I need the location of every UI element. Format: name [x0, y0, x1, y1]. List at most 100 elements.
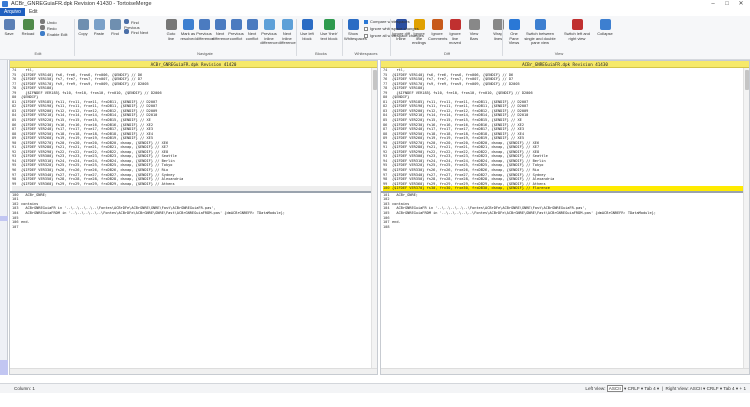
edit-button[interactable]: Enable Edit [40, 31, 70, 37]
ribbon-button-label: Ignore line moved [448, 31, 461, 45]
whitespace-option-checkbox[interactable]: Ignore whitespace changes [364, 26, 419, 31]
ribbon-button-label: Use left block [300, 31, 314, 41]
find-previous-button[interactable]: Find Previous [124, 19, 154, 29]
code-line[interactable]: 108 [383, 225, 749, 230]
right-vertical-scrollbar[interactable] [743, 68, 749, 368]
line-text: {$IFDEF VER230} fs16, frx16, frxe16, frx… [21, 122, 153, 127]
paste-button[interactable]: Paste [92, 19, 106, 49]
find-next-icon [124, 29, 129, 34]
save-button[interactable]: Save [2, 19, 16, 49]
find-button[interactable]: Find [108, 19, 122, 49]
ribbon-button-label: Collapse [597, 31, 613, 36]
next-inline-button[interactable]: Next inline difference [278, 19, 296, 49]
line-text: {$IFDEF VER280} fs21, frx21, frxe21, frx… [21, 145, 169, 150]
ribbon-button-label: Use 'their' text block [320, 31, 338, 41]
line-text: {$IFDEF VER310} fs24, frx24, frxe24, frx… [392, 158, 546, 163]
right-horizontal-scrollbar[interactable] [381, 368, 749, 374]
ribbon-button-label: Paste [93, 31, 105, 36]
line-text: {$IFDEF VER290} fs22, frx22, frxe22, frx… [21, 149, 169, 154]
right-encoding-select[interactable]: ASCII [690, 386, 702, 391]
use-left-block-button[interactable]: Use left block [298, 19, 316, 49]
left-code-view[interactable]: 74 rtl, 75 {$IFDEF VER140} fs6, fre6, fros… [10, 68, 377, 191]
tab-edit[interactable]: Edit [25, 8, 42, 16]
reload-icon [22, 19, 34, 30]
ignore-comments-button[interactable]: Ignore Comments [428, 19, 448, 49]
left-view-label: Left View: [585, 386, 606, 391]
reload-button[interactable]: Reload [20, 19, 36, 49]
right-pane-header: ACBr_GNREGuiaFR.dpk Revision 41430 [381, 61, 749, 68]
left-vertical-scrollbar[interactable] [371, 68, 377, 368]
line-number: 100 [383, 186, 390, 191]
wrap-lines-button[interactable]: Wrap lines [490, 19, 506, 49]
tab-arquivo[interactable]: Arquivo [0, 8, 25, 16]
next-conflict-button[interactable]: Next conflict [244, 19, 260, 49]
bottom-area [0, 393, 750, 407]
code-line[interactable]: 107 [12, 225, 377, 230]
line-text: ACBr_GNRE; [392, 192, 418, 197]
right-pane[interactable]: ACBr_GNREGuiaFR.dpk Revision 41430 74 rt… [380, 60, 750, 375]
use-their-block-button[interactable]: Use 'their' text block [318, 19, 340, 49]
locator-view-mark [0, 360, 8, 375]
line-text: rtl, [21, 68, 34, 72]
next-difference-icon [214, 19, 226, 30]
previous-inline-button[interactable]: Previous inline difference [260, 19, 278, 49]
whitespace-option-checkbox[interactable]: Ignore all whitespace changes [364, 33, 424, 38]
whitespace-option-checkbox[interactable]: Compare whitespaces [364, 19, 410, 24]
line-text: {$IFDEF VER150} fs7, fre7, fros7, frn007… [21, 77, 143, 82]
diff-locator-bar[interactable] [0, 60, 8, 375]
checkbox-label: Ignore all whitespace changes [370, 33, 424, 38]
left-tab-select[interactable]: Tab 4 [644, 386, 655, 391]
line-number: 108 [383, 224, 390, 229]
left-eol-select[interactable]: CRLF [628, 386, 640, 391]
switch-pane-button[interactable]: Switch between single and double pane vi… [522, 19, 558, 49]
line-text: {$IFDEF VER170} fs9, fre9, fros9, frn009… [21, 81, 149, 86]
line-text: {$IFDEF VER230} fs16, frx16, frxe16, frx… [392, 122, 524, 127]
goto-line-button[interactable]: Goto line [164, 19, 178, 49]
checkbox-label: Ignore whitespace changes [370, 26, 419, 31]
line-text: {$IFDEF VER300} fs23, frx23, frxe23, frx… [392, 154, 548, 159]
one-pane-button[interactable]: One Pane Views [506, 19, 522, 49]
previous-difference-button[interactable]: Previous difference [196, 19, 214, 49]
right-code-view[interactable]: 74 rtl, 75 {$IFDEF VER140} fs6, fre6, fros… [381, 68, 749, 191]
line-text: {$IFDEF VER260} fs19, frx19, frxe19, frx… [21, 136, 153, 141]
line-text: {$IFDEF VER280} fs21, frx21, frxe21, frx… [392, 145, 540, 150]
find-next-button[interactable]: Find Next [124, 29, 154, 35]
zoom-indicator[interactable]: + 1 [739, 386, 746, 391]
left-encoding-select[interactable]: ASCII [606, 385, 623, 392]
switch-left-right-button[interactable]: Switch left and right view [562, 19, 592, 49]
line-text: {$IFNDEF VER185} fs10, fre10, fros10, fr… [392, 90, 533, 95]
ribbon-group-label: Diff [444, 51, 450, 56]
line-text: {$IFDEF VER370} fs30, frx30, frxe30, frx… [392, 186, 550, 191]
maximize-button[interactable]: □ [720, 0, 734, 8]
line-text: end. [21, 220, 30, 225]
ribbon-button-label: Next conflict [245, 31, 259, 41]
line-text: {$IFDEF VER220} fs15, frx15, frxe15, frx… [21, 118, 151, 123]
close-button[interactable]: ✕ [734, 0, 748, 8]
whitespace-button[interactable]: Show Whitespaces [344, 19, 367, 49]
right-tab-select[interactable]: Tab 4 [723, 386, 734, 391]
ignore-moved-button[interactable]: Ignore line moved [446, 19, 464, 49]
ignore-comments-icon [431, 19, 443, 30]
line-text: {$IFDEF VER220} fs15, frx15, frxe15, frx… [392, 118, 522, 123]
paste-icon [93, 19, 105, 30]
left-horizontal-scrollbar[interactable] [10, 368, 377, 374]
left-lower-code-view[interactable]: 100 ACBr_GNRE; 101 102 contains 103 ACBrGNRE… [10, 193, 377, 229]
ribbon-button-label: Enable Edit [47, 32, 68, 37]
switch-left-right-icon [571, 19, 583, 30]
line-text: {$IFDEF VER360} fs29, frx29, frxe29, frx… [392, 181, 546, 186]
line-text: {$IFDEF VER300} fs23, frx23, frxe23, frx… [21, 154, 177, 159]
left-pane[interactable]: ACBr_GNREGuiaFR.dpk Revision 41420 74 rt… [9, 60, 378, 375]
next-difference-button[interactable]: Next difference [212, 19, 230, 49]
right-lower-code-view[interactable]: 101 ACBr_GNRE; 102 103 contains 104 ACBrGNRE… [381, 193, 749, 229]
copy-button[interactable]: Copy [76, 19, 90, 49]
mark-resolved-button[interactable]: Mark as resolved [180, 19, 196, 49]
previous-conflict-button[interactable]: Previous conflict [228, 19, 244, 49]
collapse-button[interactable]: Collapse [594, 19, 616, 49]
right-eol-select[interactable]: CRLF [707, 386, 719, 391]
save-icon [3, 19, 15, 30]
line-text: {$IFDEF VER340} fs27, frx27, frxe27, frx… [21, 172, 175, 177]
minimize-button[interactable]: – [706, 0, 720, 8]
ribbon-button-label: Ignore Comments [428, 31, 448, 41]
line-text: ACBr_GNRE; [21, 192, 47, 197]
view-bars-button[interactable]: View Bars [466, 19, 482, 49]
